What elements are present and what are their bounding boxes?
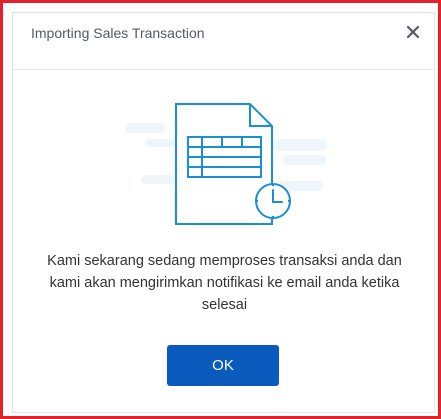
- ok-button[interactable]: OK: [167, 345, 279, 386]
- highlight-frame: Importing Sales Transaction Kami sekaran…: [0, 0, 441, 419]
- spreadsheet-document-clock-icon: [105, 89, 345, 225]
- dialog-title: Importing Sales Transaction: [31, 25, 205, 41]
- close-icon[interactable]: [404, 23, 422, 41]
- dialog-header: Importing Sales Transaction: [13, 13, 434, 70]
- processing-message: Kami sekarang sedang memproses transaksi…: [47, 253, 402, 313]
- import-dialog: Importing Sales Transaction Kami sekaran…: [12, 12, 435, 413]
